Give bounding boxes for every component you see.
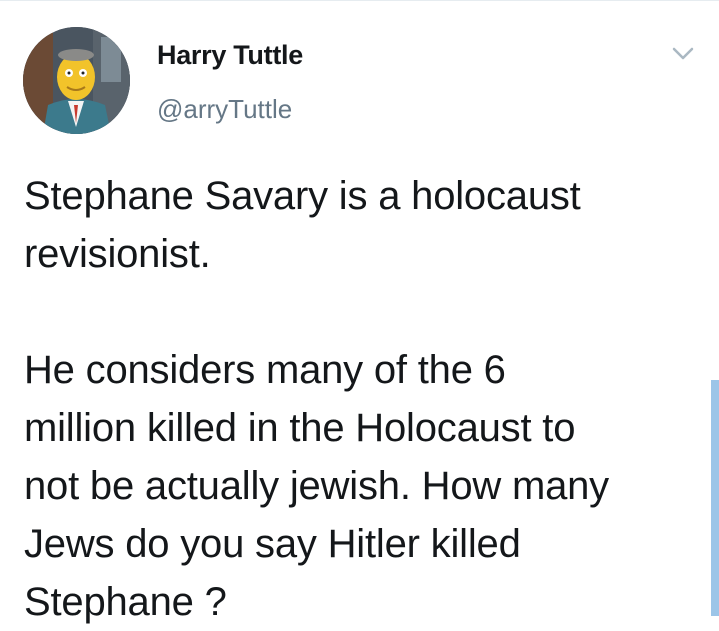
chevron-down-icon[interactable] [672,46,694,62]
tweet-text-line: Jews do you say Hitler killed [24,522,521,566]
avatar[interactable] [23,27,130,134]
tweet-text: Stephane Savary is a holocaust revisioni… [24,167,704,631]
avatar-image [23,27,130,134]
display-name[interactable]: Harry Tuttle [157,40,303,71]
scrollbar[interactable] [711,380,719,616]
user-handle[interactable]: @arryTuttle [157,94,292,125]
tweet-text-line: million killed in the Holocaust to [24,406,576,450]
tweet-text-line: not be actually jewish. How many [24,464,609,508]
tweet-text-line: Stephane Savary is a holocaust [24,174,581,218]
tweet-card: Harry Tuttle @arryTuttle Stephane Savary… [0,0,719,624]
tweet-text-line: Stephane ? [24,580,227,624]
tweet-text-line: revisionist. [24,232,211,276]
tweet-text-line: He considers many of the 6 [24,348,506,392]
